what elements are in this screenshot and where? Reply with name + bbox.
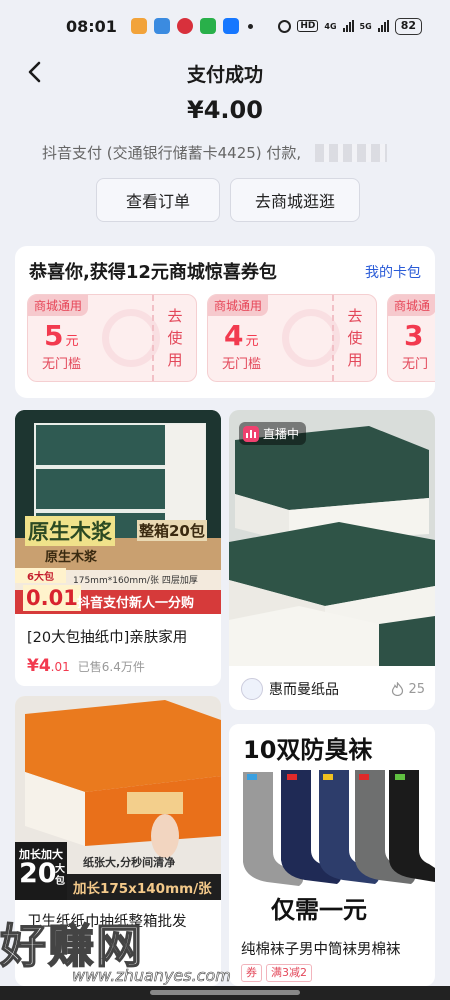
my-cards-link[interactable]: 我的卡包 bbox=[365, 262, 421, 282]
go-mall-button[interactable]: 去商城逛逛 bbox=[230, 178, 360, 222]
img-text-spec: 175mm*160mm/张 四层加厚 bbox=[73, 576, 198, 586]
coupon-value: 5元 bbox=[44, 319, 79, 352]
img-text-pulp-small: 原生木浆 bbox=[45, 550, 98, 565]
live-product-card[interactable]: 直播中 惠而曼纸品 25 bbox=[229, 410, 435, 710]
coupon-item[interactable]: 商城通用 4元 无门槛 去使用 bbox=[207, 294, 377, 382]
coupon-condition: 无门槛 bbox=[42, 357, 82, 372]
coupon-condition: 无门槛 bbox=[222, 357, 262, 372]
product-card[interactable]: 10双防臭袜 仅需一元 纯棉袜子男中筒袜男棉袜 券 满3减2 bbox=[229, 724, 435, 986]
product-image-socks: 10双防臭袜 仅需一元 bbox=[229, 724, 435, 924]
page-title: 支付成功 bbox=[186, 64, 263, 86]
coupon-tag: 商城通 bbox=[388, 295, 435, 316]
product-image-tissue-box: 原生木浆 整箱20包 原生木浆 175mm*160mm/张 四层加厚 6大包 0… bbox=[15, 410, 221, 614]
promo-label: 抖音支付新人一分购 bbox=[77, 596, 195, 611]
coupon-headline: 恭喜你,获得12元商城惊喜券包 bbox=[29, 262, 277, 283]
coupon-value: 4元 bbox=[224, 319, 259, 352]
view-order-button[interactable]: 查看订单 bbox=[96, 178, 220, 222]
notification-icons bbox=[130, 18, 253, 34]
status-time: 08:01 bbox=[66, 16, 117, 36]
nav-bar: 支付成功 bbox=[0, 52, 450, 92]
shop-name: 惠而曼纸品 bbox=[269, 682, 339, 698]
coupon-use-button[interactable]: 去使用 bbox=[332, 295, 376, 381]
more-notifications-icon bbox=[247, 23, 253, 29]
coupon-item[interactable]: 商城通 3 无门 bbox=[387, 294, 435, 382]
product-tags: 券 满3减2 bbox=[241, 964, 312, 982]
paper-plane-icon bbox=[153, 18, 170, 34]
shop-avatar bbox=[241, 678, 263, 700]
network-4g-label: 4G bbox=[324, 21, 337, 31]
product-image-orange-tissue: 加长加大 20 大包 纸张大,分秒间清净 加长175x140mm/张 bbox=[15, 696, 221, 900]
network-5g-label: 5G bbox=[359, 21, 372, 31]
img-text-count: 20 bbox=[19, 858, 57, 889]
blurred-name bbox=[315, 143, 388, 162]
promo-price: 0.01 bbox=[23, 585, 81, 611]
home-indicator[interactable] bbox=[150, 990, 300, 995]
payment-method-text: 抖音支付 (交通银行储蓄卡4425) 付款, bbox=[42, 144, 302, 162]
signal-icon-2 bbox=[377, 20, 389, 32]
discount-tag: 满3减2 bbox=[266, 964, 312, 982]
payment-info: 抖音支付 (交通银行储蓄卡4425) 付款, bbox=[42, 142, 388, 163]
coupon-tag: 商城通用 bbox=[208, 295, 269, 316]
price-row: ¥4.01 已售6.4万件 bbox=[27, 656, 145, 676]
sold-count: 已售6.4万件 bbox=[77, 660, 145, 674]
coupon-list: 商城通用 5元 无门槛 去使用 商城通用 4元 无门槛 去使用 商城通 3 无门 bbox=[27, 294, 435, 382]
payment-amount: ¥4.00 bbox=[187, 96, 263, 124]
img-text-box: 整箱20包 bbox=[137, 520, 207, 541]
live-icon bbox=[243, 425, 259, 442]
weibo-icon bbox=[130, 18, 147, 34]
tissue-packs-graphic bbox=[229, 410, 435, 666]
live-badge: 直播中 bbox=[239, 422, 307, 445]
img-text-spec: 加长175x140mm/张 bbox=[73, 881, 212, 897]
img-text-headline: 10双防臭袜 bbox=[243, 736, 373, 764]
signal-icon bbox=[342, 20, 354, 32]
hd-icon: HD bbox=[297, 20, 319, 32]
img-text-pulp: 原生木浆 bbox=[25, 516, 115, 546]
img-text-count-unit: 大包 bbox=[55, 864, 65, 887]
coupon-tag: 券 bbox=[241, 964, 262, 982]
alarm-icon bbox=[278, 19, 292, 33]
coupon-tag: 商城通用 bbox=[28, 295, 89, 316]
img-text-feature: 纸张大,分秒间清净 bbox=[83, 856, 176, 869]
img-text-sub: 仅需一元 bbox=[271, 896, 367, 924]
coupon-condition: 无门 bbox=[402, 357, 429, 372]
coupon-value: 3 bbox=[404, 319, 424, 352]
wechat-icon bbox=[199, 18, 216, 34]
battery-indicator: 82 bbox=[394, 17, 422, 35]
product-title: 纯棉袜子男中筒袜男棉袜 bbox=[241, 942, 401, 958]
product-title: [20大包抽纸巾]亲肤家用 bbox=[27, 630, 188, 646]
likes: 25 bbox=[391, 682, 425, 697]
likes-count: 25 bbox=[408, 681, 425, 697]
coupon-use-button[interactable]: 去使用 bbox=[152, 295, 196, 381]
coupon-item[interactable]: 商城通用 5元 无门槛 去使用 bbox=[27, 294, 197, 382]
watermark-url: www.zhuanyes.com bbox=[72, 966, 231, 986]
status-right: HD 4G 5G 82 bbox=[278, 17, 422, 35]
product-card[interactable]: 原生木浆 整箱20包 原生木浆 175mm*160mm/张 四层加厚 6大包 0… bbox=[15, 410, 221, 686]
flame-icon bbox=[392, 682, 404, 696]
status-bar: 08:01 HD 4G 5G 82 bbox=[0, 0, 450, 52]
live-label: 直播中 bbox=[263, 427, 300, 441]
img-text-pack: 6大包 bbox=[15, 568, 66, 583]
product-image-tissue-stack: 直播中 bbox=[229, 410, 435, 666]
shop-row: 惠而曼纸品 25 bbox=[241, 678, 425, 700]
coupon-pack-card: 恭喜你,获得12元商城惊喜券包 我的卡包 商城通用 5元 无门槛 去使用 商城通… bbox=[15, 246, 435, 398]
alipay-icon bbox=[222, 18, 239, 34]
netease-music-icon bbox=[176, 18, 193, 34]
product-price: ¥4.01 bbox=[27, 656, 70, 676]
